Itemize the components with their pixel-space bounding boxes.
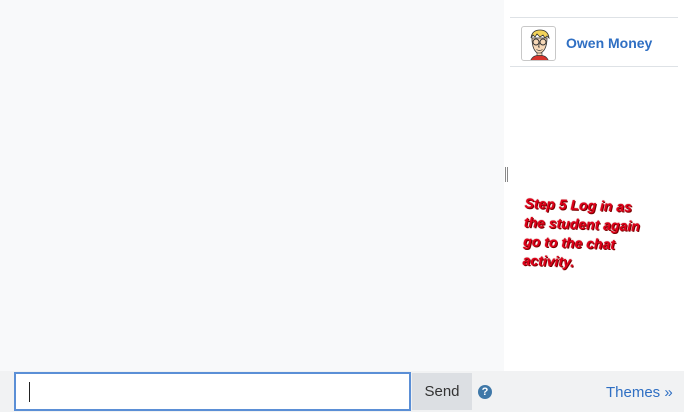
themes-link[interactable]: Themes »: [606, 384, 673, 401]
message-input[interactable]: [14, 372, 411, 411]
chat-messages-area: [0, 0, 504, 371]
tutorial-annotation: Step 5 Log in as the student again go to…: [522, 194, 675, 275]
send-button[interactable]: Send: [412, 373, 472, 410]
panel-resize-handle[interactable]: [505, 167, 508, 182]
user-list-panel: Owen Money: [510, 0, 684, 371]
cartoon-user-avatar-icon[interactable]: [521, 26, 556, 61]
user-list-item[interactable]: Owen Money: [510, 17, 678, 67]
chat-window: Owen Money Step 5 Log in as the student …: [0, 0, 684, 412]
chat-composer-bar: Send ? Themes »: [0, 371, 684, 412]
user-name-link[interactable]: Owen Money: [566, 35, 652, 51]
help-icon[interactable]: ?: [478, 385, 492, 399]
text-caret: [29, 382, 30, 402]
